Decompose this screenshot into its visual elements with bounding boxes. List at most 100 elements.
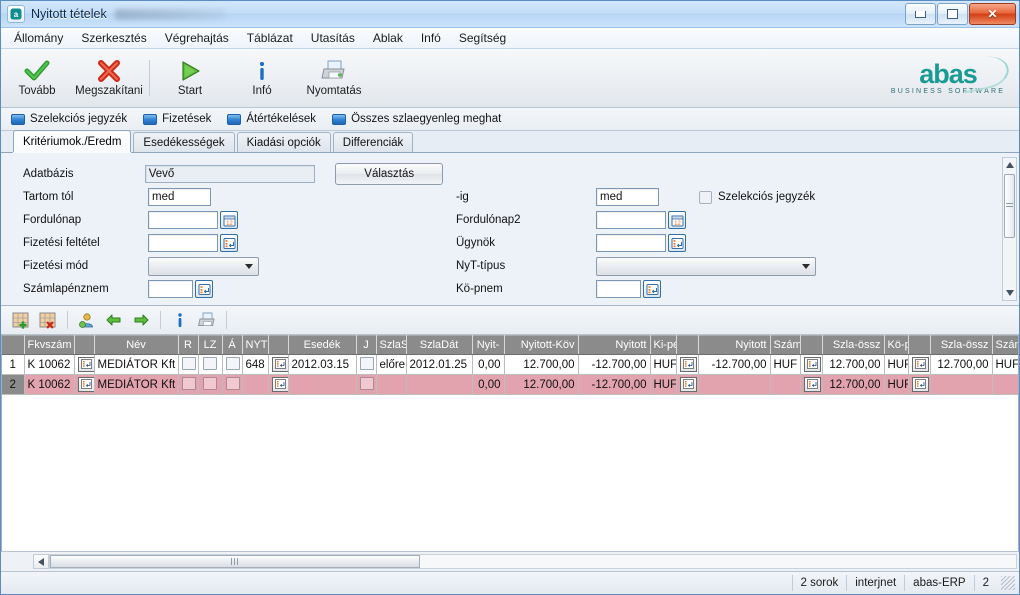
checkbox-icon[interactable] (359, 376, 374, 390)
cell-szam-2[interactable]: HUF (992, 354, 1018, 375)
list-select-icon[interactable] (911, 376, 929, 392)
menu-item-info[interactable]: Infó (412, 29, 450, 47)
cell-nyt[interactable] (242, 374, 269, 395)
col-nyitott-2[interactable]: Nyitott (698, 335, 771, 355)
cell-nev[interactable]: MEDIÁTOR Kft (94, 354, 179, 375)
szelekcios-jegyzek-checkbox[interactable] (699, 190, 712, 204)
col-rownum[interactable] (2, 335, 25, 355)
open-items-table[interactable]: Fkvszám Név R LZ Á NYT Esedék J SzlaS. S… (1, 335, 1019, 551)
cell-szladat[interactable] (406, 374, 473, 395)
row-number[interactable]: 2 (2, 374, 25, 395)
col-esedek[interactable]: Esedék (288, 335, 357, 355)
tovabb-button[interactable]: Tovább (1, 52, 73, 104)
menu-item-tablazat[interactable]: Táblázat (238, 29, 302, 47)
cell-szlaossz-1[interactable]: 12.700,00 (822, 374, 885, 395)
cell-esedek[interactable] (288, 374, 357, 395)
col-r[interactable]: R (178, 335, 199, 355)
list-select-icon[interactable] (643, 280, 661, 298)
fizetesi-mod-select[interactable] (148, 256, 259, 276)
cell-nev[interactable]: MEDIÁTOR Kft (94, 374, 179, 395)
col-szam-1[interactable]: Szám (770, 335, 801, 355)
cell-nyitott-kov[interactable]: 12.700,00 (504, 374, 579, 395)
row-number[interactable]: 1 (2, 354, 25, 375)
ko-pnem-input[interactable] (596, 280, 641, 298)
table-print-button[interactable] (195, 309, 219, 331)
cell-fkvszam[interactable]: K 10062 (24, 374, 75, 395)
list-select-icon[interactable] (679, 376, 697, 392)
ugynok-input[interactable] (596, 234, 666, 252)
info-button[interactable]: Infó (226, 52, 298, 104)
col-j[interactable]: J (356, 335, 377, 355)
next-button[interactable] (129, 309, 153, 331)
checkbox-icon[interactable] (203, 356, 217, 370)
scroll-down-arrow-icon[interactable] (1003, 286, 1016, 300)
cell-nyt[interactable]: 648 (242, 354, 269, 375)
list-select-icon[interactable] (271, 376, 287, 392)
h-scroll-track[interactable] (49, 554, 1017, 569)
option-osszes-szlaegyenleg[interactable]: Összes szlaegyenleg meghat (332, 113, 501, 125)
close-button[interactable]: ✕ (969, 3, 1016, 25)
tab-kiadasi-opciok[interactable]: Kiadási opciók (236, 132, 331, 152)
col-szlas[interactable]: SzlaS. (376, 335, 407, 355)
cell-picker[interactable] (676, 354, 699, 375)
list-select-icon[interactable] (220, 234, 238, 252)
tartom-tol-input[interactable]: med (148, 188, 211, 206)
cell-szlaossz-2[interactable]: 12.700,00 (930, 354, 993, 375)
cell-picker[interactable] (908, 374, 931, 395)
menu-item-allomany[interactable]: Állomány (5, 29, 72, 47)
checkbox-icon[interactable] (181, 356, 196, 370)
cell-kipe[interactable]: HUF (650, 374, 677, 395)
option-atertekelesek[interactable]: Átértékelések (227, 113, 316, 125)
ig-input[interactable]: med (596, 188, 659, 206)
cell-a[interactable] (222, 374, 243, 395)
menu-item-ablak[interactable]: Ablak (364, 29, 412, 47)
resize-grip-icon[interactable] (1001, 576, 1015, 590)
szamlapenznem-input[interactable] (148, 280, 193, 298)
col-lz[interactable]: LZ (198, 335, 223, 355)
fordulonap2-input[interactable] (596, 211, 666, 229)
maximize-button[interactable] (937, 3, 968, 25)
form-vertical-scrollbar[interactable] (1002, 157, 1017, 301)
col-pick1[interactable] (74, 335, 95, 355)
list-select-icon[interactable] (77, 356, 93, 372)
cell-picker[interactable] (268, 354, 289, 375)
option-fizetesek[interactable]: Fizetések (143, 113, 211, 125)
col-szam-2[interactable]: Szám (992, 335, 1018, 355)
option-szelekcios-jegyzek[interactable]: Szelekciós jegyzék (11, 113, 127, 125)
tab-kriteriumok-eredm[interactable]: Kritériumok./Eredm (13, 130, 132, 152)
nyomtatas-button[interactable]: Nyomtatás (298, 52, 370, 104)
cell-nyitott-kov[interactable]: 12.700,00 (504, 354, 579, 375)
checkbox-icon[interactable] (225, 356, 240, 370)
checkbox-icon[interactable] (203, 376, 217, 390)
checkbox-icon[interactable] (359, 356, 374, 370)
cell-j[interactable] (356, 354, 377, 375)
cell-j[interactable] (356, 374, 377, 395)
start-button[interactable]: Start (154, 52, 226, 104)
cell-lz[interactable] (198, 354, 223, 375)
cell-szlas[interactable]: előre (376, 354, 407, 375)
col-pick3[interactable] (676, 335, 699, 355)
cell-r[interactable] (178, 354, 199, 375)
col-pick4[interactable] (800, 335, 823, 355)
col-kop[interactable]: Kö-p (884, 335, 909, 355)
cell-picker[interactable] (800, 354, 823, 375)
minimize-button[interactable] (905, 3, 936, 25)
scroll-up-arrow-icon[interactable] (1003, 158, 1016, 172)
col-szlaossz-1[interactable]: Szla-össz (822, 335, 885, 355)
list-select-icon[interactable] (911, 356, 929, 372)
fizetesi-feltetel-input[interactable] (148, 234, 218, 252)
delete-row-button[interactable] (36, 309, 60, 331)
table-row[interactable]: 2 K 10062 MEDIÁTOR Kft 0,00 12.700,00 -1… (2, 374, 1018, 395)
fordulonap-input[interactable] (148, 211, 218, 229)
cell-picker[interactable] (74, 374, 95, 395)
cell-picker[interactable] (800, 374, 823, 395)
col-nyitott-kov[interactable]: Nyitott-Köv (504, 335, 579, 355)
add-row-button[interactable] (9, 309, 33, 331)
menu-item-utasitas[interactable]: Utasítás (302, 29, 364, 47)
cell-picker[interactable] (268, 374, 289, 395)
cell-szam-1[interactable]: HUF (770, 354, 801, 375)
list-select-icon[interactable] (195, 280, 213, 298)
list-select-icon[interactable] (803, 356, 821, 372)
cell-szladat[interactable]: 2012.01.25 (406, 354, 473, 375)
table-info-button[interactable] (168, 309, 192, 331)
